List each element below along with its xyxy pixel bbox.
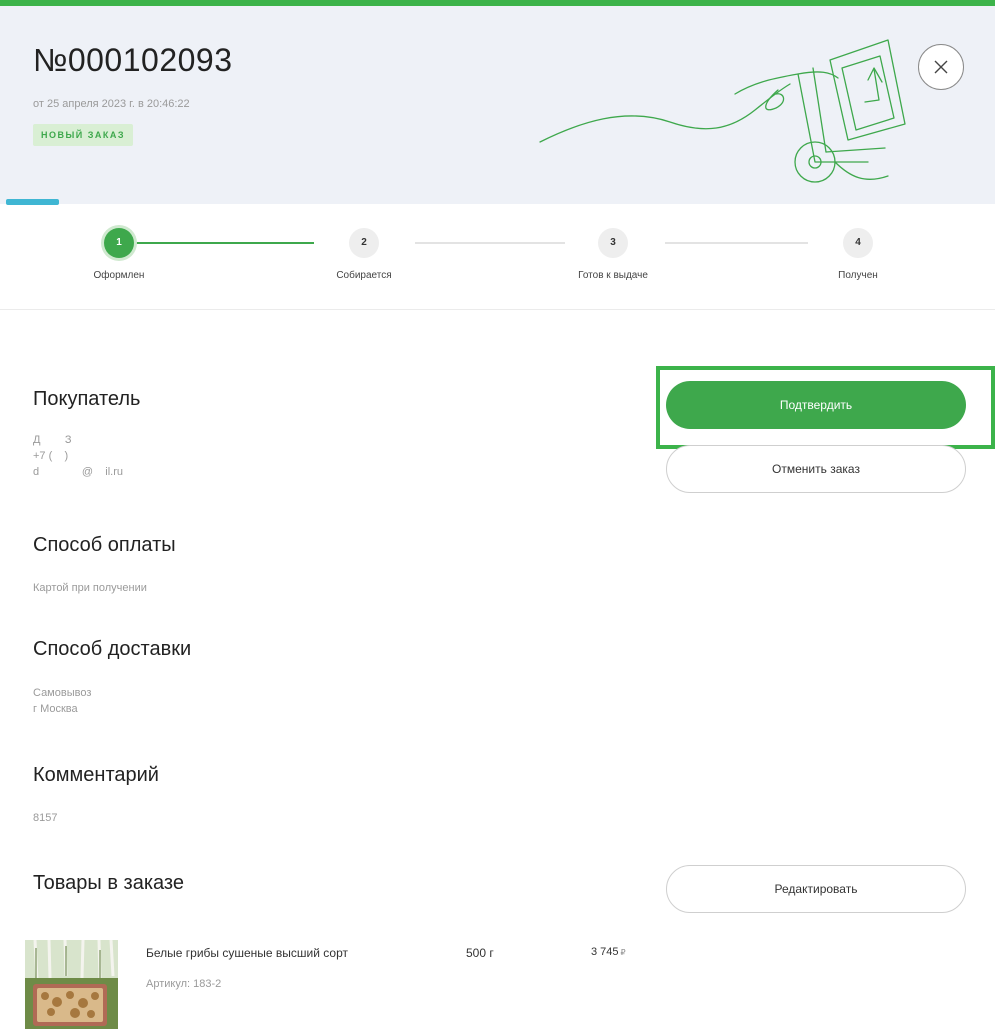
step-number: 1 [104,228,134,258]
cancel-order-button[interactable]: Отменить заказ [666,445,966,493]
buyer-info: Д З +7 ( ) d @ il.ru [33,432,123,480]
step-ordered: 1 Оформлен [39,228,199,281]
product-price-value: 3 745 [591,946,619,958]
product-sku: Артикул: 183-2 [146,978,222,990]
status-badge: НОВЫЙ ЗАКАЗ [33,124,134,146]
delivery-method: Самовывоз [33,687,92,699]
payment-method: Картой при получении [33,582,147,594]
order-progress-bar [6,199,59,205]
confirm-button[interactable]: Подтвердить [666,381,966,429]
order-number: №000102093 [33,42,233,78]
edit-items-button[interactable]: Редактировать [666,865,966,913]
buyer-email: d @ il.ru [33,466,124,478]
step-label: Оформлен [93,270,145,281]
step-label: Собирается [336,270,392,281]
delivery-title: Способ доставки [33,638,192,660]
product-name[interactable]: Белые грибы сушеные высший сорт [146,946,348,960]
step-label: Готов к выдаче [578,270,648,281]
step-label: Получен [838,270,878,281]
close-icon [934,60,948,74]
order-status-stepper: 1 Оформлен 2 Собирается 3 Готов к выдаче… [0,210,995,310]
comment-text: 8157 [33,812,58,824]
hand-truck-illustration [539,39,906,183]
comment-title: Комментарий [33,764,159,786]
buyer-phone: +7 ( ) [33,450,69,462]
step-number: 3 [598,228,628,258]
step-received: 4 Получен [778,228,938,281]
delivery-city: г Москва [33,703,78,715]
step-assembling: 2 Собирается [284,228,444,281]
currency-symbol: ₽ [620,948,626,957]
items-title: Товары в заказе [33,872,184,894]
order-date: от 25 апреля 2023 г. в 20:46:22 [33,98,190,110]
product-price: 3 745 ₽ [591,946,626,958]
delivery-info: Самовывоз г Москва [33,685,91,717]
product-image[interactable] [25,940,118,1029]
buyer-name: Д З [33,434,72,446]
buyer-title: Покупатель [33,388,141,410]
close-button[interactable] [918,44,964,90]
payment-title: Способ оплаты [33,534,176,556]
step-ready: 3 Готов к выдаче [533,228,693,281]
step-number: 2 [349,228,379,258]
product-weight: 500 г [466,946,494,960]
step-number: 4 [843,228,873,258]
order-header: №000102093 от 25 апреля 2023 г. в 20:46:… [0,6,995,204]
